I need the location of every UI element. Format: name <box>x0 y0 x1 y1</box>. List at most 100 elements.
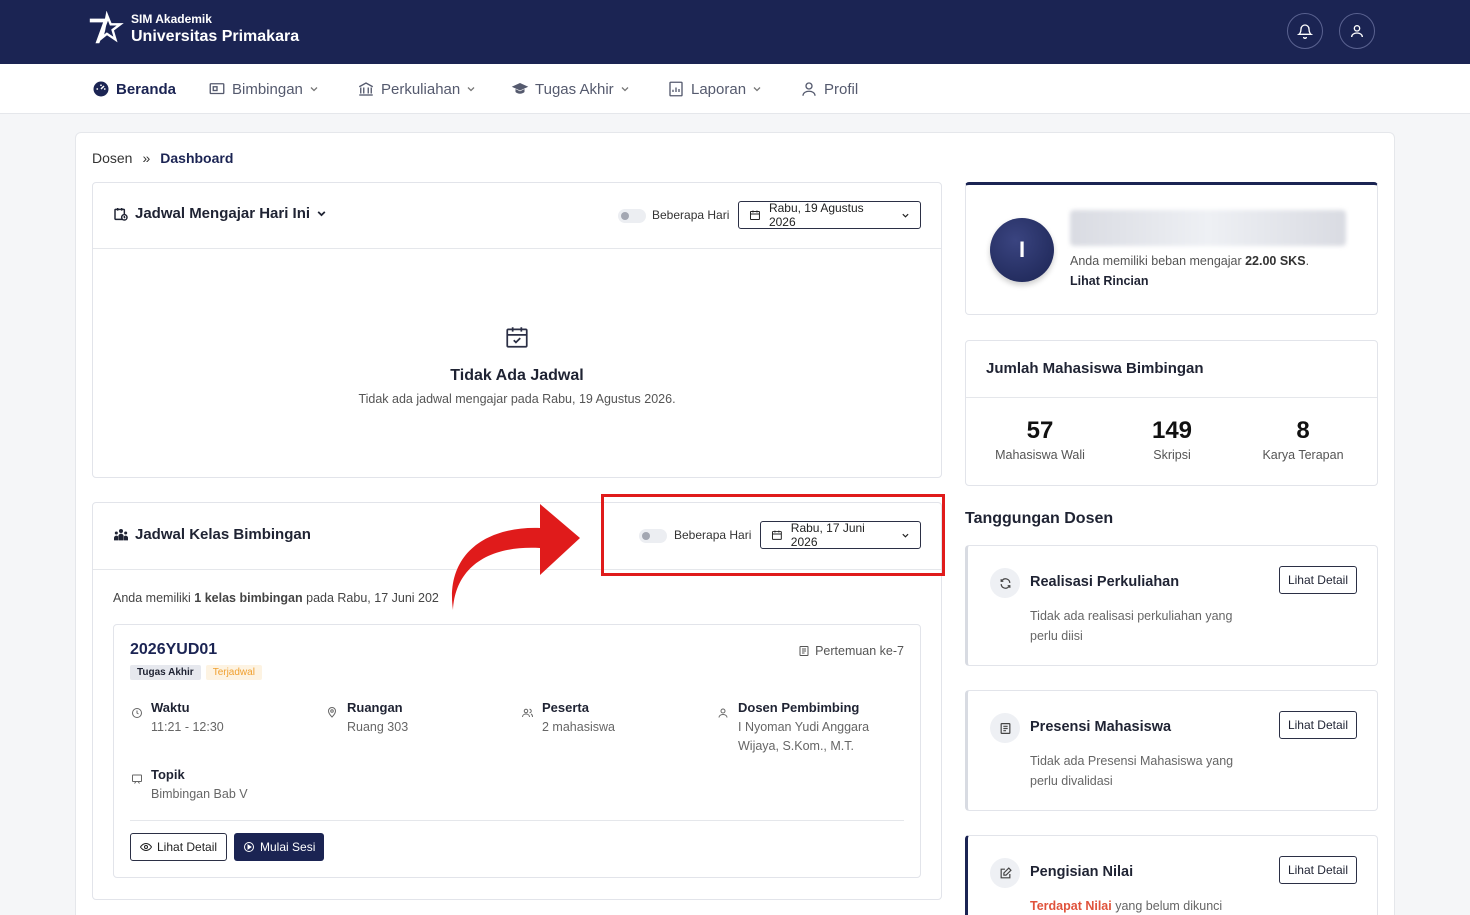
summary-count: 1 kelas bimbingan <box>194 591 303 605</box>
student-count-card: Jumlah Mahasiswa Bimbingan 57 Mahasiswa … <box>965 340 1378 486</box>
chevron-down-icon <box>621 87 629 92</box>
dashboard-icon <box>93 81 109 97</box>
play-circle-icon <box>244 842 254 852</box>
duty-description: Terdapat Nilai yang belum dikunci <box>1030 896 1260 915</box>
users-icon <box>522 708 533 718</box>
university-logo-icon <box>89 11 124 44</box>
redacted-name <box>1070 210 1346 246</box>
duty-warning-text: Terdapat Nilai <box>1030 899 1112 913</box>
user-menu-button[interactable] <box>1339 13 1375 49</box>
guidance-schedule-title: Jadwal Kelas Bimbingan <box>113 526 311 543</box>
load-value: 22.00 SKS <box>1245 254 1306 268</box>
multi-day-label: Beberapa Hari <box>652 208 730 222</box>
report-icon <box>669 81 683 97</box>
status-badge: Terjadwal <box>205 665 262 680</box>
time-label: Waktu <box>151 700 190 715</box>
date-picker-button[interactable]: Rabu, 19 Agustus 2026 <box>738 201 921 229</box>
summary-text: pada Rabu, 17 Juni 202 <box>302 591 439 605</box>
divider <box>130 820 904 821</box>
time-value: 11:21 - 12:30 <box>151 720 224 734</box>
supervisor-label: Dosen Pembimbing <box>738 700 860 715</box>
user-icon <box>802 82 816 96</box>
multi-day-toggle[interactable] <box>618 209 646 223</box>
button-label: Mulai Sesi <box>260 840 316 854</box>
topic-label: Topik <box>151 767 185 782</box>
teaching-schedule-card: Jadwal Mengajar Hari Ini Beberapa Hari R… <box>92 182 942 478</box>
nav-profil[interactable]: Profil <box>800 64 858 114</box>
bell-icon <box>1297 24 1313 39</box>
nav-label: Bimbingan <box>232 80 303 98</box>
student-count-title: Jumlah Mahasiswa Bimbingan <box>986 360 1204 377</box>
nav-perkuliahan[interactable]: Perkuliahan <box>357 64 476 114</box>
user-icon <box>718 708 728 718</box>
participants-value: 2 mahasiswa <box>542 720 615 734</box>
view-detail-button[interactable]: Lihat Detail <box>1278 566 1357 594</box>
duty-icon <box>990 713 1020 743</box>
notification-button[interactable] <box>1287 13 1323 49</box>
duty-icon <box>990 568 1020 598</box>
meeting-text: Pertemuan ke-7 <box>815 644 904 658</box>
nav-label: Beranda <box>116 80 177 98</box>
chevron-down-icon <box>310 87 318 92</box>
calendar-icon <box>749 210 760 220</box>
stat-label: Mahasiswa Wali <box>995 448 1085 462</box>
calendar-clock-icon <box>114 207 128 221</box>
document-icon <box>799 646 809 656</box>
nav-laporan[interactable]: Laporan <box>667 64 762 114</box>
annotation-arrow-icon <box>451 504 580 610</box>
nav-tugas-akhir[interactable]: Tugas Akhir <box>511 64 630 114</box>
date-value: Rabu, 19 Agustus 2026 <box>768 201 864 229</box>
divider <box>93 248 941 249</box>
annotation-highlight-box <box>601 494 945 576</box>
duty-title: Pengisian Nilai <box>1030 864 1134 880</box>
view-detail-button[interactable]: Lihat Detail <box>1278 711 1357 739</box>
stat-value: 8 <box>1296 417 1310 444</box>
eye-icon <box>140 842 152 852</box>
duty-card-realisasi: Realisasi Perkuliahan Tidak ada realisas… <box>965 545 1378 666</box>
start-session-button[interactable]: Mulai Sesi <box>234 833 325 861</box>
breadcrumb: Dosen » Dashboard <box>92 150 233 166</box>
duty-card-presensi: Presensi Mahasiswa Tidak ada Presensi Ma… <box>965 690 1378 811</box>
location-pin-icon <box>327 707 337 718</box>
edit-icon <box>1000 866 1012 878</box>
stat-label: Karya Terapan <box>1262 448 1344 462</box>
stat-value: 57 <box>1026 417 1054 444</box>
guidance-class-card: 2026YUD01 Tugas Akhir Terjadwal Pertemua… <box>113 624 921 878</box>
view-detail-button[interactable]: Lihat Detail <box>1278 856 1357 884</box>
chalkboard-icon <box>132 774 142 784</box>
nav-label: Profil <box>824 80 859 98</box>
button-label: Lihat Detail <box>157 840 218 854</box>
profile-card: I Anda memiliki beban mengajar 22.00 SKS… <box>965 182 1378 315</box>
nav-bimbingan[interactable]: Bimbingan <box>208 64 319 114</box>
topic-value: Bimbingan Bab V <box>151 787 248 801</box>
chevron-down-icon <box>317 211 326 217</box>
load-text: . <box>1305 254 1310 268</box>
user-icon <box>1351 25 1363 38</box>
card-title-text: Jadwal Mengajar Hari Ini <box>135 205 311 222</box>
room-value: Ruang 303 <box>347 720 409 734</box>
clock-icon <box>132 708 142 718</box>
chevron-down-icon <box>902 213 909 218</box>
class-tags: Tugas Akhir Terjadwal <box>130 665 262 680</box>
brand-subtitle: SIM Akademik <box>131 12 212 26</box>
view-breakdown-link[interactable]: Lihat Rincian <box>1070 274 1148 288</box>
stat-value: 149 <box>1151 417 1193 444</box>
nav-label: Laporan <box>691 80 747 98</box>
chevron-down-icon <box>753 87 761 92</box>
chevron-down-icon <box>467 87 475 92</box>
nav-label: Perkuliahan <box>381 80 461 98</box>
view-detail-button[interactable]: Lihat Detail <box>130 833 228 861</box>
nav-beranda[interactable]: Beranda <box>92 64 176 114</box>
participants-label: Peserta <box>542 700 589 715</box>
duty-card-nilai: Pengisian Nilai Terdapat Nilai yang belu… <box>965 835 1378 915</box>
divider <box>966 397 1377 398</box>
guidance-summary: Anda memiliki 1 kelas bimbingan pada Rab… <box>113 591 439 605</box>
breadcrumb-current: Dashboard <box>160 150 234 166</box>
room-label: Ruangan <box>347 700 403 715</box>
teaching-load-text: Anda memiliki beban mengajar 22.00 SKS. <box>1070 254 1309 268</box>
nav-label: Tugas Akhir <box>535 80 614 98</box>
main-navigation: Beranda Bimbingan Perkuliahan Tugas Akhi… <box>0 64 1470 114</box>
empty-state-title: Tidak Ada Jadwal <box>450 367 584 384</box>
breadcrumb-root[interactable]: Dosen <box>92 150 132 166</box>
teaching-schedule-title[interactable]: Jadwal Mengajar Hari Ini <box>113 205 327 222</box>
